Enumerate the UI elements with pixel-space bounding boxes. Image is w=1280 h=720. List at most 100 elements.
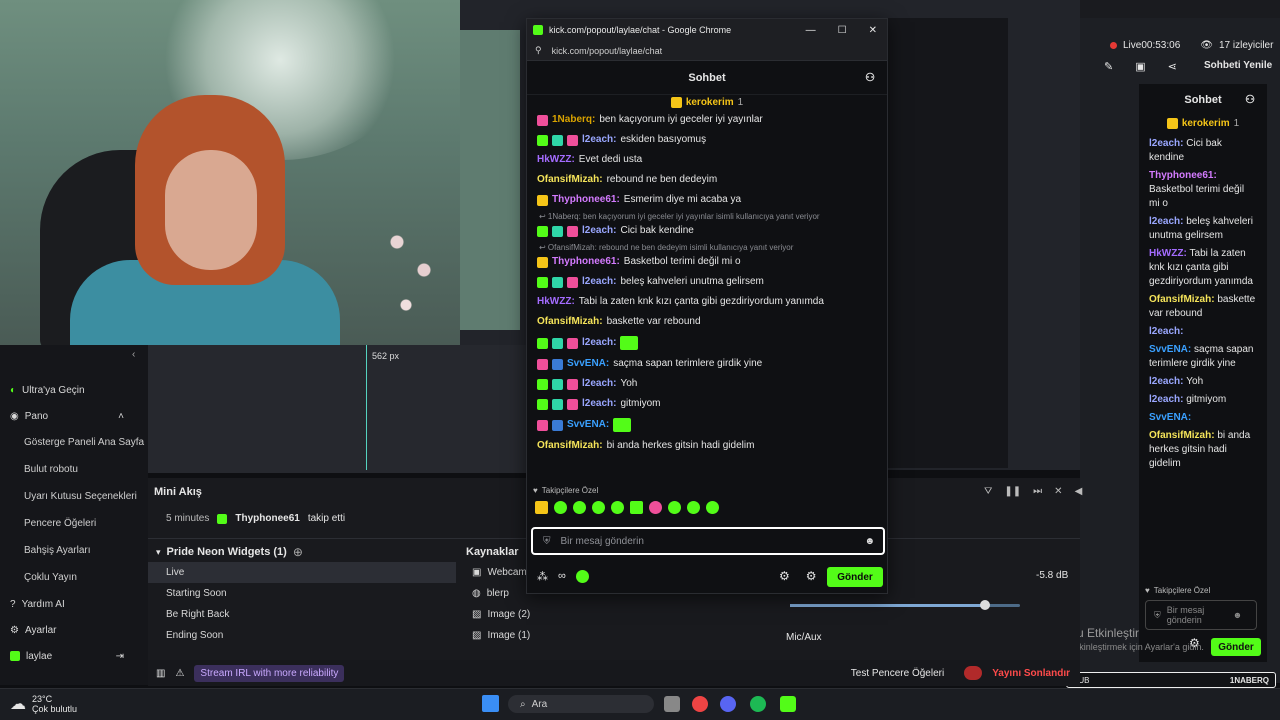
right-chat-message[interactable]: l2each: [1139, 323, 1267, 341]
emote-icon[interactable] [535, 501, 548, 514]
emote-icon[interactable] [687, 501, 700, 514]
nav-item-settings[interactable]: ⚙ Ayarlar [0, 617, 148, 643]
chat-message[interactable]: l2each: beleş kahveleri unutma gelirsem [527, 272, 887, 292]
chat-username[interactable]: l2each: [582, 398, 616, 410]
task-view-icon[interactable] [664, 696, 680, 712]
weather-icon[interactable]: ☁ [10, 694, 26, 714]
pause-icon[interactable]: ❚❚ [1004, 486, 1021, 497]
volume-icon[interactable]: ◀ [1075, 486, 1083, 497]
users-icon[interactable]: ⚇ [1245, 93, 1255, 106]
chat-message[interactable]: l2each: Yoh [527, 374, 887, 394]
emoji-icon[interactable]: ☻ [1233, 610, 1242, 620]
right-chat-username[interactable]: l2each: [1149, 216, 1186, 227]
source-image-2[interactable]: ▨ Image (2) [464, 604, 774, 625]
chat-username[interactable]: l2each: [582, 134, 616, 146]
chat-message[interactable]: Thyphonee61: Esmerim diye mi acaba ya [527, 190, 887, 210]
right-chat-username[interactable]: l2each: [1149, 394, 1186, 405]
emote-icon[interactable] [554, 501, 567, 514]
right-chat-username[interactable]: l2each: [1149, 138, 1186, 149]
nav-item-help-ai[interactable]: ? Yardım AI [0, 591, 148, 617]
chat-username[interactable]: Thyphonee61: [552, 256, 620, 268]
emote-icon[interactable] [630, 501, 643, 514]
chat-message[interactable]: l2each: eskiden basıyomuş [527, 130, 887, 150]
skip-icon[interactable]: ⏭ [1033, 486, 1042, 497]
right-chat-message[interactable]: OfansifMizah: bi anda herkes gitsin hadi… [1139, 427, 1267, 473]
chevron-down-icon[interactable]: ▾ [156, 547, 161, 558]
right-chat-username[interactable]: SvvENA: [1149, 344, 1194, 355]
chat-username[interactable]: 1Naberq: [552, 114, 595, 126]
chat-message[interactable]: SvvENA: [527, 414, 887, 436]
weather-widget[interactable]: 23°C Çok bulutlu [32, 694, 77, 714]
chrome-icon[interactable] [692, 696, 708, 712]
right-chat-message[interactable]: SvvENA: [1139, 409, 1267, 427]
windows-start-icon[interactable] [482, 695, 499, 712]
nav-item-pano[interactable]: ◉ Pano ˄ [0, 403, 148, 429]
emote-icon[interactable] [611, 501, 624, 514]
scene-live[interactable]: Live [148, 562, 456, 583]
clipboard-icon[interactable]: ▣ [1135, 60, 1145, 73]
right-chat-username[interactable]: OfansifMizah: [1149, 294, 1217, 305]
chat-message[interactable]: Thyphonee61: Basketbol terimi değil mi o [527, 252, 887, 272]
emote-icon[interactable] [573, 501, 586, 514]
emote-icon[interactable] [668, 501, 681, 514]
send-button[interactable]: Gönder [827, 567, 883, 587]
right-chat-username[interactable]: OfansifMizah: [1149, 430, 1217, 441]
add-scene-icon[interactable]: ⊕ [293, 545, 303, 559]
chat-username[interactable]: SvvENA: [567, 358, 609, 370]
chat-message[interactable]: SvvENA: saçma sapan terimlere girdik yine [527, 354, 887, 374]
chat-message[interactable]: l2each: gitmiyom [527, 394, 887, 414]
chat-username[interactable]: OfansifMizah: [537, 316, 603, 328]
chat-message[interactable]: OfansifMizah: baskette var rebound [527, 312, 887, 332]
infinity-icon[interactable]: ∞ [558, 570, 566, 583]
chat-username[interactable]: Thyphonee61: [552, 194, 620, 206]
mod-tools-icon[interactable]: ⚙ [806, 569, 817, 583]
kick-app-icon[interactable] [780, 696, 796, 712]
nav-item-dashboard-home[interactable]: Gösterge Paneli Ana Sayfa [0, 429, 148, 456]
right-chat-message[interactable]: Thyphonee61: Basketbol terimi değil mi o [1139, 167, 1267, 213]
scene-starting-soon[interactable]: Starting Soon [148, 583, 456, 604]
kick-coin-icon[interactable] [575, 570, 589, 583]
emote-icon[interactable] [649, 501, 662, 514]
nav-item-account[interactable]: laylae ⇥ [0, 643, 148, 669]
chat-username[interactable]: l2each: [582, 337, 616, 349]
chat-input[interactable]: ⛨ Bir mesaj gönderin ☻ [531, 527, 885, 555]
filter-icon[interactable]: ⛛ [984, 486, 992, 497]
minimize-icon[interactable]: — [806, 25, 816, 36]
close-icon[interactable]: ✕ [869, 25, 877, 36]
source-image-1[interactable]: ▨ Image (1) [464, 625, 774, 646]
volume-slider-handle[interactable] [980, 600, 990, 610]
chat-username[interactable]: OfansifMizah: [537, 174, 603, 186]
right-chat-username[interactable]: SvvENA: [1149, 412, 1191, 423]
users-icon[interactable]: ⚇ [865, 71, 875, 84]
chat-message[interactable]: OfansifMizah: rebound ne ben dedeyim [527, 170, 887, 190]
right-chat-message[interactable]: HkWZZ: Tabi la zaten knk kızı çanta gibi… [1139, 245, 1267, 291]
irl-promo-banner[interactable]: Stream IRL with more reliability [194, 664, 345, 682]
right-send-button[interactable]: Gönder [1211, 638, 1261, 656]
chat-username[interactable]: HkWZZ: [537, 296, 575, 308]
test-widgets-button[interactable]: Test Pencere Öğeleri [851, 668, 944, 679]
chat-message[interactable]: 1Naberq: ben kaçıyorum iyi geceler iyi ya… [527, 110, 887, 130]
refresh-chat-button[interactable]: Sohbeti Yenile [1204, 60, 1272, 71]
discord-icon[interactable] [720, 696, 736, 712]
right-chat-username[interactable]: l2each: [1149, 376, 1186, 387]
chat-username[interactable]: OfansifMizah: [537, 440, 603, 452]
right-chat-input[interactable]: ⛨ Bir mesaj gönderin ☻ [1145, 600, 1257, 630]
chat-username[interactable]: l2each: [582, 225, 616, 237]
emoji-icon[interactable]: ☻ [864, 536, 875, 547]
settings-icon[interactable]: ⚙ [779, 569, 790, 583]
right-chat-username[interactable]: Thyphonee61: [1149, 170, 1217, 181]
logout-icon[interactable]: ⇥ [116, 651, 124, 662]
chat-message[interactable]: l2each: Cici bak kendine [527, 221, 887, 241]
share-icon[interactable]: ⋖ [1168, 60, 1177, 73]
chat-username[interactable]: SvvENA: [567, 419, 609, 431]
chat-message[interactable]: HkWZZ: Evet dedi usta [527, 150, 887, 170]
nav-item-cloud-bot[interactable]: Bulut robotu [0, 456, 148, 483]
scene-brb[interactable]: Be Right Back [148, 604, 456, 625]
record-icon[interactable] [964, 666, 983, 680]
maximize-icon[interactable]: ☐ [838, 25, 847, 36]
emote-icon[interactable] [706, 501, 719, 514]
right-chat-message[interactable]: l2each: Yoh [1139, 373, 1267, 391]
chat-message[interactable]: HkWZZ: Tabi la zaten knk kızı çanta gibi … [527, 292, 887, 312]
right-chat-message[interactable]: SvvENA: saçma sapan terimlere girdik yin… [1139, 341, 1267, 373]
taskbar-search[interactable]: ⌕ Ara [508, 695, 654, 713]
